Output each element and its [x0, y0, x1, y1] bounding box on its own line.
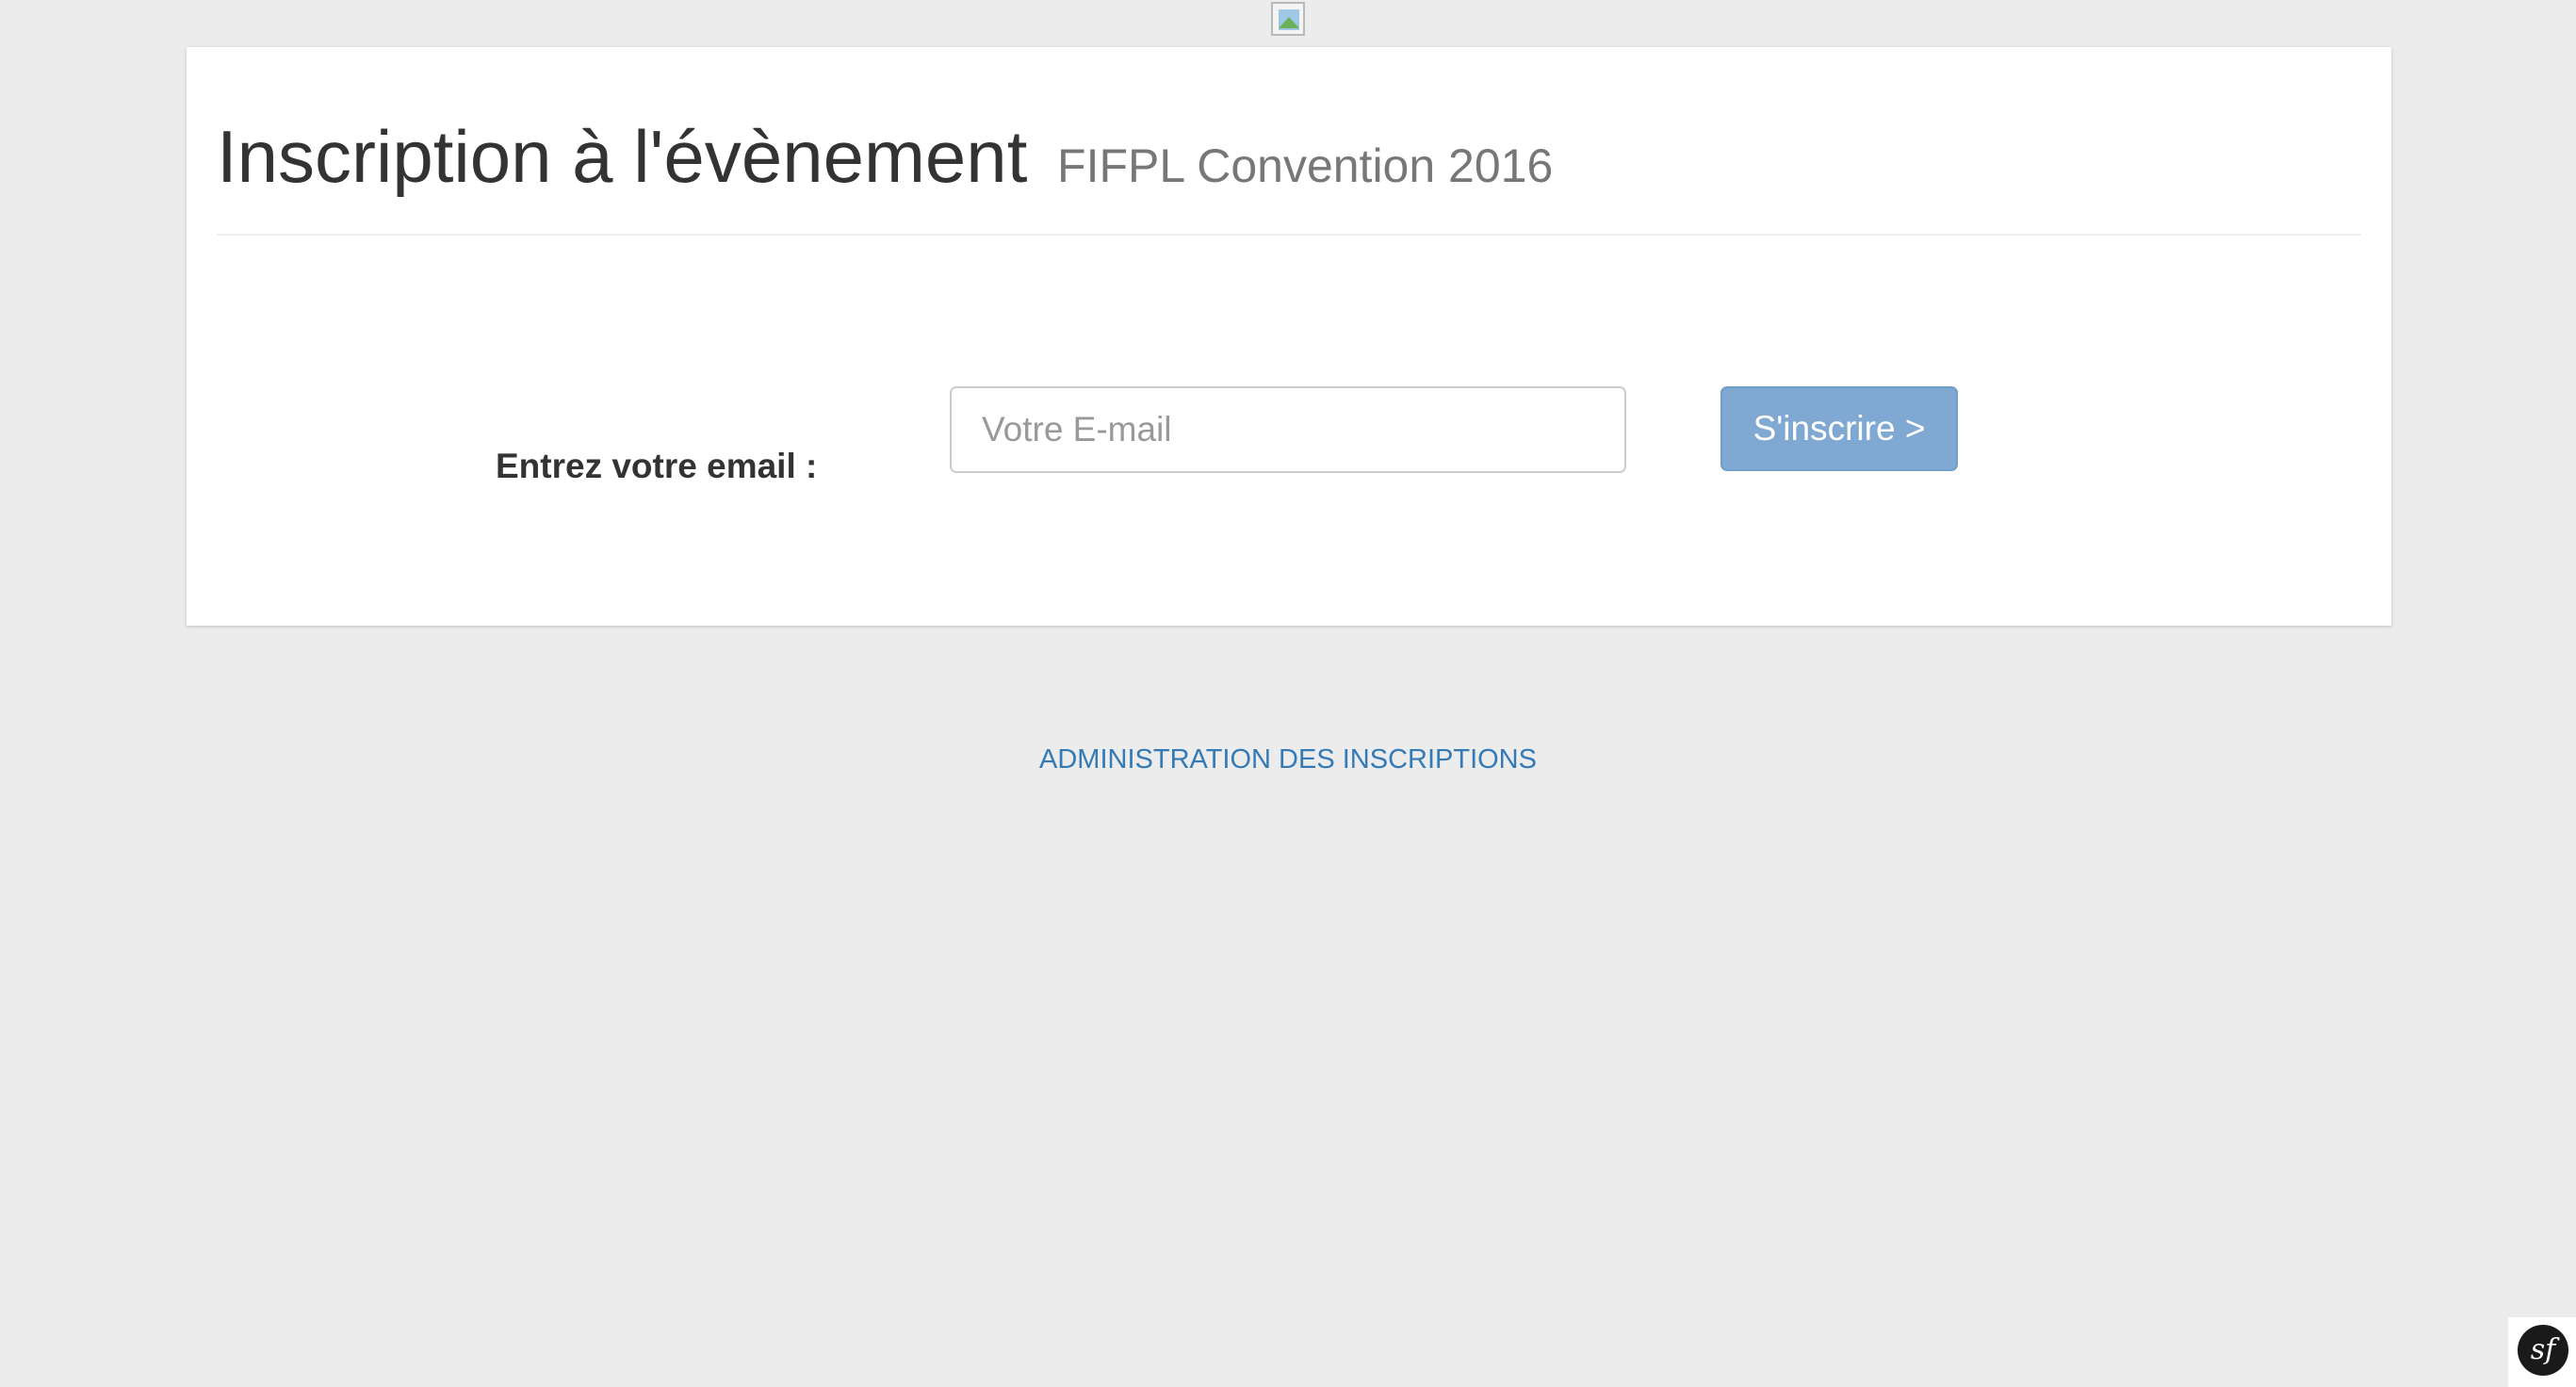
page-title: Inscription à l'évènement FIFPL Conventi… [217, 113, 2361, 202]
symfony-toolbar-toggle[interactable]: sf [2508, 1317, 2576, 1387]
page-title-text: Inscription à l'évènement [217, 115, 1028, 198]
event-name: FIFPL Convention 2016 [1057, 139, 1554, 192]
admin-registrations-link[interactable]: ADMINISTRATION DES INSCRIPTIONS [0, 744, 2576, 775]
page-header: Inscription à l'évènement FIFPL Conventi… [217, 113, 2361, 236]
broken-image-icon [1271, 2, 1305, 36]
email-input[interactable] [950, 386, 1626, 473]
email-label: Entrez votre email : [496, 447, 818, 485]
registration-panel: Inscription à l'évènement FIFPL Conventi… [187, 47, 2391, 626]
image-placeholder-hill [1279, 17, 1299, 28]
register-button[interactable]: S'inscrire > [1720, 386, 1958, 471]
symfony-logo-icon: sf [2518, 1325, 2568, 1376]
